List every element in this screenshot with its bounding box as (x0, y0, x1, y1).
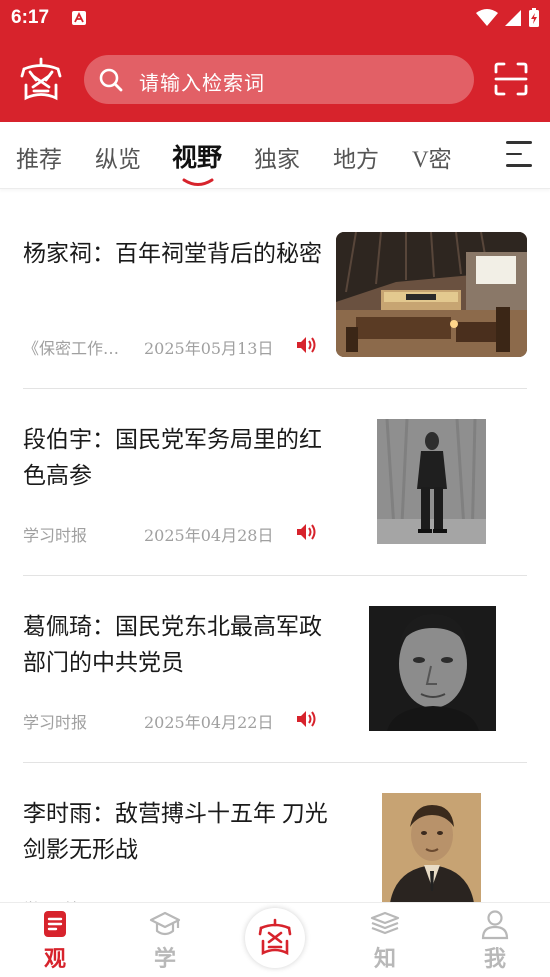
tab-local[interactable]: 地方 (333, 140, 379, 174)
nav-label: 我 (483, 946, 506, 971)
nav-item-know[interactable]: 知 (330, 903, 440, 977)
graduation-cap-icon (149, 911, 181, 936)
article-date: 2025年04月28日 (144, 526, 274, 545)
article-card[interactable]: 葛佩琦：国民党东北最高军政部门的中共党员 学习时报 2025年04月22日 (0, 576, 550, 764)
man-in-suit-image (382, 793, 481, 903)
tab-overview[interactable]: 纵览 (95, 140, 141, 174)
books-icon (370, 911, 400, 935)
nav-label: 知 (373, 946, 396, 971)
nav-label: 观 (43, 946, 66, 971)
app-root: 6:17 请输入检索词 推荐 纵览 视野 独家 地方 V密 杨家祠：百年祠堂背后… (0, 0, 550, 977)
tab-recommend[interactable]: 推荐 (16, 140, 62, 174)
person-icon (481, 910, 509, 940)
article-title: 段伯宇：国民党军务局里的红色高参 (23, 427, 322, 488)
status-icons (476, 8, 540, 28)
search-bar[interactable]: 请输入检索词 (84, 55, 474, 104)
article-source: 学习时报 (23, 526, 88, 545)
speaker-icon[interactable] (295, 335, 317, 355)
man-portrait-image (369, 606, 496, 731)
wifi-icon (476, 9, 498, 26)
article-title: 杨家祠：百年祠堂背后的秘密 (23, 241, 322, 266)
search-placeholder: 请输入检索词 (139, 73, 265, 95)
status-time: 6:17 (11, 7, 50, 28)
top-header: 6:17 请输入检索词 (0, 0, 550, 122)
nav-item-home[interactable] (245, 908, 305, 968)
article-card[interactable]: 杨家祠：百年祠堂背后的秘密 《保密工作… 2025年05月13日 (0, 189, 550, 389)
nav-item-view[interactable]: 观 (0, 903, 110, 977)
category-tabs: 推荐 纵览 视野 独家 地方 V密 (0, 122, 550, 189)
article-source: 学习时报 (23, 713, 88, 732)
ancestral-hall-image (336, 232, 527, 357)
article-date: 2025年05月13日 (144, 339, 274, 358)
search-icon (99, 68, 123, 92)
article-title: 葛佩琦：国民党东北最高军政部门的中共党员 (23, 614, 322, 675)
speaker-icon[interactable] (295, 709, 317, 729)
article-card[interactable]: 段伯宇：国民党军务局里的红色高参 学习时报 2025年04月28日 (0, 389, 550, 577)
notification-a-icon (72, 11, 86, 25)
tab-vision[interactable]: 视野 (172, 138, 222, 174)
seal-logo-icon (258, 918, 292, 956)
article-date: 2025年04月22日 (144, 713, 274, 732)
tab-exclusive[interactable]: 独家 (254, 140, 300, 174)
tabs-menu-icon[interactable] (506, 141, 532, 169)
signal-icon (505, 10, 521, 26)
article-source: 《保密工作… (23, 339, 120, 358)
speaker-icon[interactable] (295, 522, 317, 542)
article-title: 李时雨：敌营搏斗十五年 刀光剑影无形战 (23, 801, 328, 862)
battery-icon (529, 8, 539, 27)
status-bar: 6:17 (0, 0, 550, 38)
nav-item-learn[interactable]: 学 (110, 903, 220, 977)
nav-label: 学 (153, 946, 176, 971)
app-logo-icon[interactable] (18, 56, 64, 102)
soldier-portrait-image (377, 419, 486, 544)
bottom-navigation: 观 学 知 我 (0, 902, 550, 977)
active-tab-indicator (182, 178, 214, 186)
document-icon (44, 911, 66, 937)
tab-v-secret[interactable]: V密 (412, 140, 452, 174)
nav-item-me[interactable]: 我 (440, 903, 550, 977)
scan-icon[interactable] (494, 62, 528, 96)
